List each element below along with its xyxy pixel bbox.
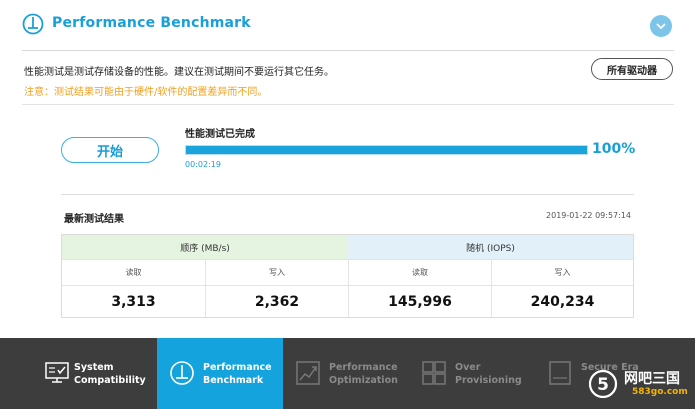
- page-title: Performance Benchmark: [52, 15, 251, 31]
- results-timestamp: 2019-01-22 09:57:14: [546, 211, 631, 220]
- seq-write-value: 2,362: [205, 285, 348, 317]
- watermark-logo-icon: 5: [588, 369, 618, 399]
- svg-text:5: 5: [597, 375, 609, 395]
- start-button[interactable]: 开始: [61, 137, 159, 163]
- rnd-read-label: 读取: [348, 259, 491, 285]
- nav-label: Performance Optimization: [329, 362, 398, 386]
- test-status: 性能测试已完成: [185, 129, 255, 140]
- progress-bar: [185, 145, 588, 155]
- seq-write-label: 写入: [205, 259, 348, 285]
- nav-system-compatibility[interactable]: System Compatibility: [28, 338, 157, 409]
- rnd-read-value: 145,996: [348, 285, 491, 317]
- progress-percent: 100%: [592, 141, 636, 157]
- seq-read-value: 3,313: [62, 285, 205, 317]
- nav-label: Performance Benchmark: [203, 362, 272, 386]
- rnd-write-value: 240,234: [491, 285, 633, 317]
- nav-over-provisioning[interactable]: Over Provisioning: [409, 338, 535, 409]
- random-header: 随机 (IOPS): [348, 235, 633, 259]
- gauge-icon: [22, 13, 44, 35]
- rnd-write-label: 写入: [491, 259, 633, 285]
- grid-icon: [422, 361, 446, 385]
- watermark-text: 网吧三国: [624, 371, 680, 387]
- nav-performance-optimization[interactable]: Performance Optimization: [283, 338, 409, 409]
- ssd-icon: [549, 361, 571, 385]
- chevron-down-icon: [656, 23, 666, 30]
- header: Performance Benchmark: [0, 0, 695, 50]
- chart-up-icon: [296, 361, 320, 385]
- divider: [22, 104, 674, 105]
- divider: [22, 50, 674, 51]
- seq-read-label: 读取: [62, 259, 205, 285]
- collapse-button[interactable]: [650, 15, 672, 37]
- nav-label: Over Provisioning: [455, 362, 522, 386]
- results-table: 顺序 (MB/s) 随机 (IOPS) 读取 写入 读取 写入 3,313 2,…: [61, 234, 634, 318]
- nav-performance-benchmark[interactable]: Performance Benchmark: [157, 338, 283, 409]
- description-text: 性能测试是测试存储设备的性能。建议在测试期间不要运行其它任务。: [24, 67, 334, 78]
- gauge-icon: [170, 361, 194, 385]
- results-title: 最新测试结果: [64, 214, 124, 225]
- note-text: 注意：测试结果可能由于硬件/软件的配置差异而不同。: [24, 87, 268, 98]
- elapsed-time: 00:02:19: [185, 160, 221, 169]
- divider: [61, 194, 634, 195]
- sequential-header: 顺序 (MB/s): [62, 235, 348, 259]
- progress-fill: [186, 146, 587, 154]
- nav-label: System Compatibility: [74, 362, 146, 386]
- watermark: 5 网吧三国 583go.com: [588, 366, 693, 406]
- all-drives-button[interactable]: 所有驱动器: [591, 58, 673, 80]
- monitor-check-icon: [45, 362, 69, 383]
- watermark-subtext: 583go.com: [632, 387, 688, 397]
